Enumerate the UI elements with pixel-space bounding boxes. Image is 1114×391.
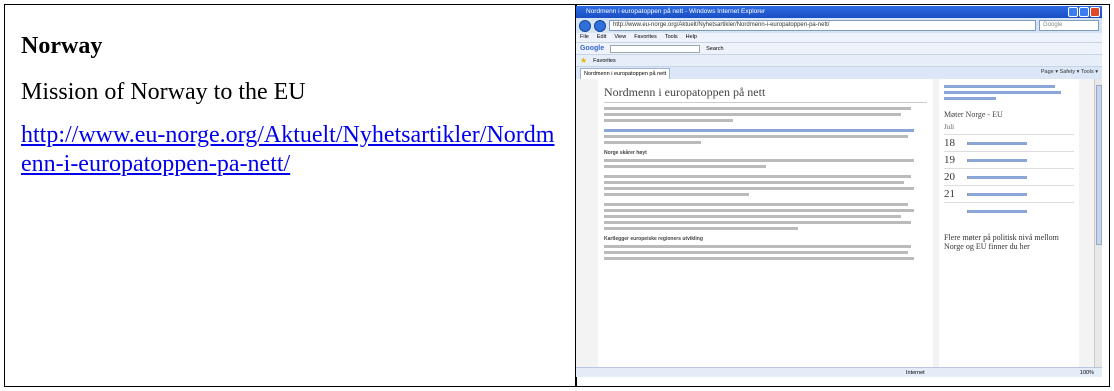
article-subhead: Norge skårer høyt — [604, 150, 647, 156]
menu-edit[interactable]: Edit — [597, 33, 606, 42]
sidebar-title: Møter Norge - EU — [944, 110, 1003, 119]
status-zone: Internet — [906, 370, 925, 376]
menu-tools[interactable]: Tools — [665, 33, 678, 42]
event-item[interactable]: 19 — [944, 151, 1074, 168]
organization-name: Mission of Norway to the EU — [21, 79, 306, 105]
event-item[interactable] — [944, 202, 1074, 219]
window-title: Nordmenn i europatoppen på nett - Window… — [586, 8, 766, 15]
status-bar: Internet 100% — [576, 367, 1102, 377]
favorites-button[interactable]: Favorites — [593, 58, 616, 64]
article-heading: Nordmenn i europatoppen på nett — [604, 85, 927, 103]
page-content: Nordmenn i europatoppen på nett Norge sk… — [576, 79, 1102, 367]
scroll-thumb[interactable] — [1096, 85, 1102, 245]
sidebar: Møter Norge - EU Juli 18 19 20 21 Flere … — [939, 79, 1079, 367]
maximize-icon[interactable] — [1079, 7, 1089, 17]
event-item[interactable]: 21 — [944, 185, 1074, 202]
google-search-button[interactable]: Search — [706, 46, 723, 52]
menu-favorites[interactable]: Favorites — [634, 33, 657, 42]
browser-tab[interactable]: Nordmenn i europatoppen på nett — [580, 68, 670, 79]
browser-screenshot: Nordmenn i europatoppen på nett - Window… — [576, 6, 1102, 377]
sidebar-month: Juli — [944, 123, 955, 131]
menu-file[interactable]: File — [580, 33, 589, 42]
google-search-input[interactable] — [610, 44, 701, 53]
url-input[interactable]: http://www.eu-norge.org/Aktuelt/Nyhetsar… — [609, 20, 1036, 31]
country-name: Norway — [21, 33, 103, 59]
menu-help[interactable]: Help — [686, 33, 697, 42]
scrollbar[interactable] — [1094, 79, 1102, 367]
info-cell: Norway Mission of Norway to the EU http:… — [5, 5, 575, 386]
command-bar[interactable]: Page ▾ Safety ▾ Tools ▾ — [1041, 69, 1098, 75]
zoom-level[interactable]: 100% — [1080, 368, 1094, 377]
menu-bar: File Edit View Favorites Tools Help — [576, 33, 1102, 42]
address-bar: http://www.eu-norge.org/Aktuelt/Nyhetsar… — [576, 18, 1102, 33]
favorites-bar: ★ Favorites — [576, 54, 1102, 66]
star-icon: ★ — [580, 56, 588, 65]
search-input[interactable]: Google — [1039, 20, 1099, 31]
back-icon[interactable] — [579, 19, 591, 32]
close-icon[interactable] — [1090, 7, 1100, 17]
google-logo: Google — [580, 45, 605, 52]
menu-view[interactable]: View — [614, 33, 626, 42]
forward-icon[interactable] — [594, 19, 606, 32]
google-toolbar: Google Search — [576, 42, 1102, 54]
event-item[interactable]: 20 — [944, 168, 1074, 185]
article-subhead: Kartlegger europeiske regioners utviklin… — [604, 236, 703, 242]
event-item[interactable]: 18 — [944, 134, 1074, 151]
article: Nordmenn i europatoppen på nett Norge sk… — [598, 79, 933, 367]
tab-bar: Nordmenn i europatoppen på nett Page ▾ S… — [576, 66, 1102, 79]
sidebar-more-link[interactable]: Flere møter på politisk nivå mellom Norg… — [944, 233, 1074, 251]
source-link[interactable]: http://www.eu-norge.org/Aktuelt/Nyhetsar… — [21, 122, 554, 177]
window-titlebar: Nordmenn i europatoppen på nett - Window… — [576, 6, 1102, 18]
minimize-icon[interactable] — [1068, 7, 1078, 17]
